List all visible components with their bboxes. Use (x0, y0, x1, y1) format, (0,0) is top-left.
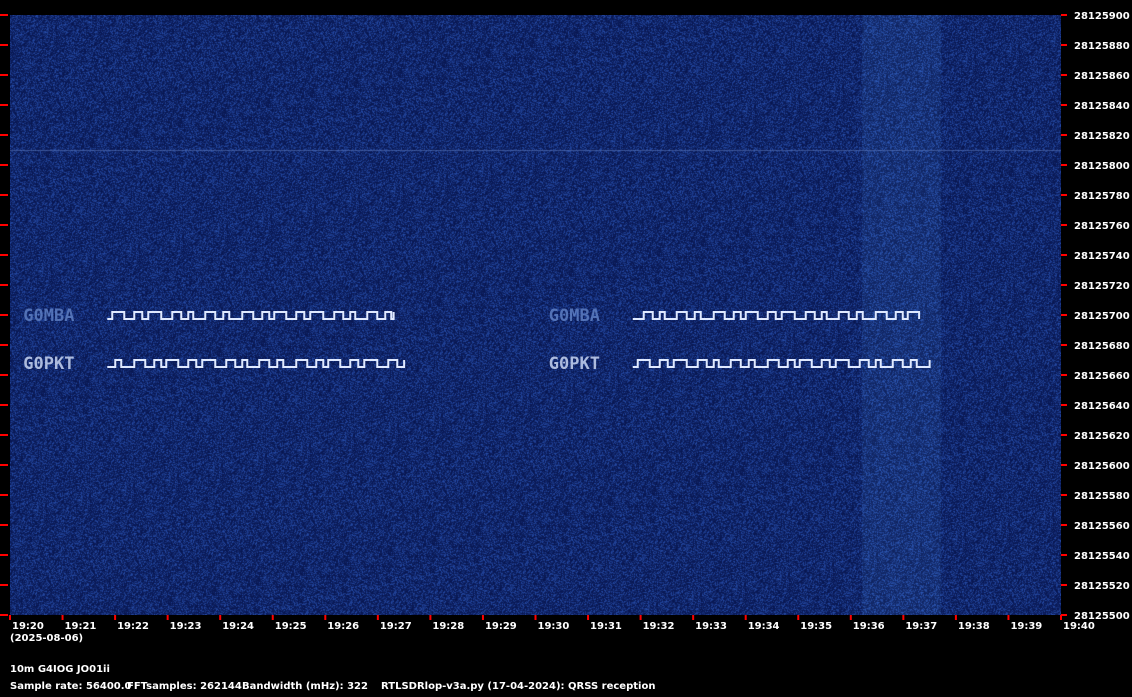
y-tick-label: 28125900 (1074, 11, 1130, 22)
signal-trace (107, 359, 406, 368)
y-tick-label: 28125560 (1074, 521, 1130, 532)
x-tick-label: 19:21 (65, 621, 97, 632)
x-tick-label: 19:32 (643, 621, 675, 632)
y-tick-label: 28125520 (1074, 581, 1130, 592)
y-tick-label: 28125620 (1074, 431, 1130, 442)
signal-label: G0MBA (23, 306, 74, 326)
x-tick-label: 19:22 (117, 621, 149, 632)
y-tick-label: 28125640 (1074, 401, 1130, 412)
x-tick-label: 19:31 (590, 621, 622, 632)
x-tick-label: 19:20 (12, 621, 44, 632)
sample-rate-label: Sample rate: 56400.0 (10, 681, 132, 692)
x-tick-label: 19:34 (748, 621, 780, 632)
signal-label: G0PKT (23, 354, 74, 374)
y-tick-label: 28125860 (1074, 71, 1130, 82)
x-tick-label: 19:39 (1010, 621, 1042, 632)
x-tick-label: 19:24 (222, 621, 254, 632)
y-tick-label: 28125600 (1074, 461, 1130, 472)
x-tick-label: 19:38 (958, 621, 990, 632)
signal-trace (632, 311, 921, 320)
x-tick-label: 19:40 (1063, 621, 1095, 632)
x-tick-label: 19:33 (695, 621, 727, 632)
x-tick-label: 19:36 (853, 621, 885, 632)
x-tick-label: 19:35 (800, 621, 832, 632)
signal-label: G0MBA (549, 306, 600, 326)
x-tick-label: 19:26 (327, 621, 359, 632)
x-tick-label: 19:25 (275, 621, 307, 632)
bandwidth-label: Bandwidth (mHz): 322 (242, 681, 368, 692)
y-tick-label: 28125540 (1074, 551, 1130, 562)
x-tick-label: 19:30 (538, 621, 570, 632)
y-tick-label: 28125500 (1074, 611, 1130, 622)
y-tick-label: 28125820 (1074, 131, 1130, 142)
x-tick-label: 19:27 (380, 621, 412, 632)
y-tick-label: 28125840 (1074, 101, 1130, 112)
y-tick-label: 28125660 (1074, 371, 1130, 382)
signal-trace (632, 359, 931, 368)
chart-svg: G0MBA G0PKT G0MBA G0PKT 19:20 19:21 19:22 19:23… (0, 11, 1130, 632)
x-tick-label: 19:23 (170, 621, 202, 632)
y-tick-label: 28125780 (1074, 191, 1130, 202)
y-tick-label: 28125580 (1074, 491, 1130, 502)
y-tick-label: 28125700 (1074, 311, 1130, 322)
y-tick-label: 28125800 (1074, 161, 1130, 172)
y-tick-label: 28125760 (1074, 221, 1130, 232)
station-label: 10m G4IOG JO01ii (10, 664, 110, 675)
x-tick-label: 19:28 (432, 621, 464, 632)
x-tick-label: 19:37 (905, 621, 937, 632)
signal-trace (107, 311, 395, 320)
fft-samples-label: FFTsamples: 262144 (127, 681, 242, 692)
y-tick-label: 28125740 (1074, 251, 1130, 262)
date-label: (2025-08-06) (10, 633, 84, 644)
y-tick-label: 28125680 (1074, 341, 1130, 352)
y-tick-label: 28125720 (1074, 281, 1130, 292)
signal-label: G0PKT (549, 354, 600, 374)
y-tick-label: 28125880 (1074, 41, 1130, 52)
software-label: RTLSDRlop-v3a.py (17-04-2024): QRSS rece… (381, 681, 656, 692)
x-tick-label: 19:29 (485, 621, 517, 632)
